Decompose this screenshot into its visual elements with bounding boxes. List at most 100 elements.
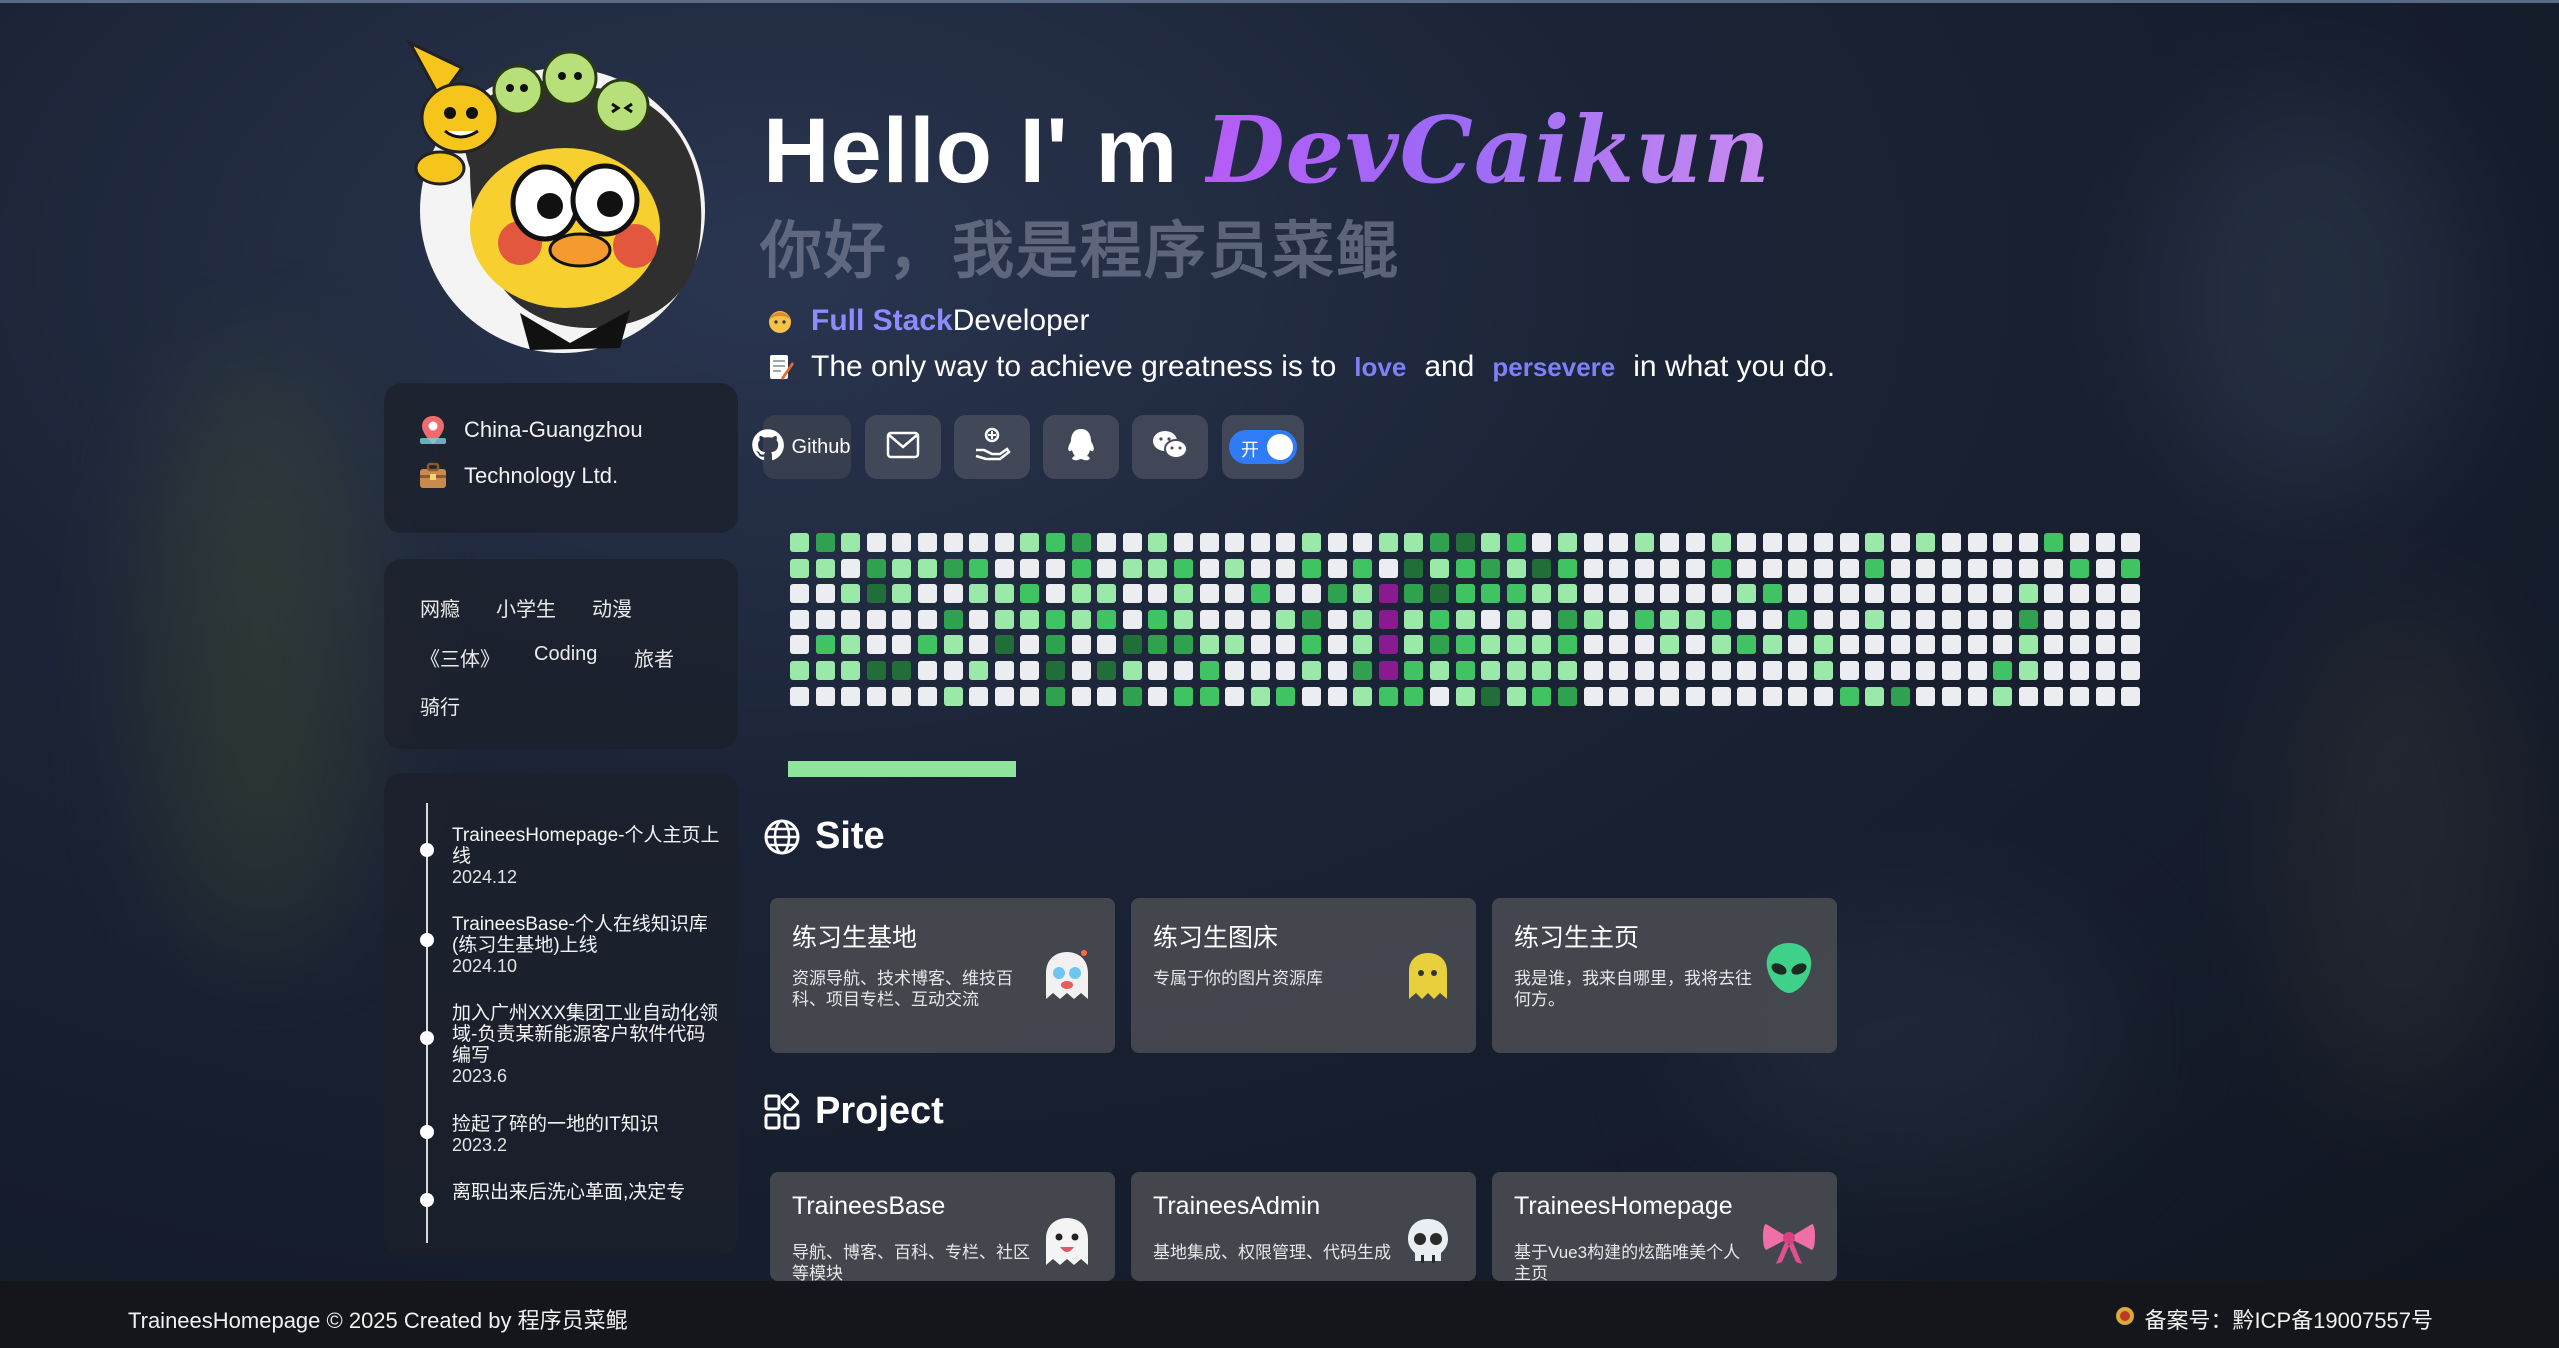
contribution-cell — [1020, 635, 1040, 655]
donate-icon — [973, 426, 1011, 469]
mail-button[interactable] — [865, 415, 941, 479]
project-card[interactable]: TraineesHomepage 基于Vue3构建的炫酷唯美个人主页 — [1492, 1172, 1837, 1281]
contribution-cell — [2095, 686, 2115, 706]
contribution-cell — [1506, 533, 1526, 552]
contribution-cell — [969, 584, 989, 604]
contribution-cell — [841, 609, 861, 629]
contribution-cell — [1583, 661, 1603, 680]
contribution-cell — [1302, 686, 1321, 706]
contribution-cell — [1199, 609, 1219, 629]
contribution-cell — [1737, 661, 1757, 680]
timeline-date: 2024.12 — [452, 867, 518, 887]
contribution-cell — [1199, 686, 1219, 706]
contribution-cell — [1071, 558, 1091, 578]
contribution-cell — [1686, 609, 1705, 629]
contribution-cell — [969, 558, 989, 578]
qq-button[interactable] — [1043, 415, 1119, 479]
contribution-cell — [1660, 661, 1680, 680]
contribution-cell — [1865, 635, 1885, 655]
contribution-cell — [1353, 661, 1373, 680]
tag[interactable]: 网瘾 — [412, 587, 468, 628]
contribution-cell — [1046, 558, 1065, 578]
contribution-cell — [815, 661, 835, 680]
contribution-cell — [918, 558, 937, 578]
contribution-cell — [994, 558, 1014, 578]
timeline-text: TraineesHomepage-个人主页上线 — [452, 825, 720, 867]
contribution-cell — [1148, 661, 1168, 680]
contribution-cell — [1711, 686, 1731, 706]
contribution-cell — [1558, 661, 1577, 680]
card-title: TraineesAdmin — [1153, 1192, 1321, 1220]
contribution-cell — [1532, 533, 1552, 552]
contribution-cell — [1506, 609, 1526, 629]
contribution-cell — [1020, 558, 1040, 578]
contribution-cell — [1225, 661, 1245, 680]
contribution-cell — [2121, 661, 2141, 680]
contribution-cell — [1967, 584, 1987, 604]
contribution-cell — [969, 661, 989, 680]
contribution-cell — [1942, 533, 1961, 552]
contribution-cell — [1174, 686, 1193, 706]
contribution-cell — [969, 635, 989, 655]
contribution-cell — [1634, 584, 1654, 604]
contribution-cell — [1814, 686, 1833, 706]
qq-icon — [1065, 427, 1097, 468]
theme-toggle-button[interactable]: 开 — [1222, 415, 1304, 479]
contribution-cell — [2095, 558, 2115, 578]
project-card[interactable]: TraineesBase 导航、博客、百科、专栏、社区等模块 — [770, 1172, 1115, 1281]
timeline-line — [426, 803, 428, 1243]
contribution-cell — [1609, 661, 1629, 680]
contribution-cell — [1711, 609, 1731, 629]
project-card[interactable]: TraineesAdmin 基地集成、权限管理、代码生成 — [1131, 1172, 1476, 1281]
contribution-cell — [1532, 635, 1552, 655]
contribution-cell — [1506, 661, 1526, 680]
tag[interactable]: 动漫 — [584, 587, 640, 628]
tags-card: 网瘾 小学生 动漫 《三体》 Coding 旅者 骑行 — [384, 559, 738, 749]
contribution-cell — [1634, 533, 1654, 552]
contribution-cell — [892, 609, 912, 629]
contribution-cell — [1890, 584, 1910, 604]
contribution-cell — [1430, 533, 1449, 552]
contribution-cell — [1097, 661, 1117, 680]
site-card[interactable]: 练习生基地 资源导航、技术博客、维技百科、项目专栏、互动交流 — [770, 898, 1115, 1053]
contribution-cell — [1250, 635, 1270, 655]
tag[interactable]: 《三体》 — [412, 637, 508, 678]
contribution-cell — [1430, 558, 1449, 578]
tag[interactable]: Coding — [526, 637, 605, 672]
contribution-cell — [1378, 533, 1398, 552]
contribution-cell — [2095, 661, 2115, 680]
contribution-cell — [1481, 686, 1501, 706]
tag[interactable]: 骑行 — [412, 685, 468, 726]
contribution-cell — [969, 686, 989, 706]
site-card[interactable]: 练习生图床 专属于你的图片资源库 — [1131, 898, 1476, 1053]
contribution-cell — [1942, 686, 1961, 706]
contribution-cell — [841, 661, 861, 680]
background-blur — [2150, 90, 2470, 510]
site-card[interactable]: 练习生主页 我是谁，我来自哪里，我将去往何方。 — [1492, 898, 1837, 1053]
contribution-cell — [1967, 533, 1987, 552]
github-button[interactable]: Github — [751, 415, 851, 479]
contribution-cell — [866, 609, 886, 629]
contribution-cell — [1276, 686, 1296, 706]
contribution-cell — [1532, 609, 1552, 629]
contribution-cell — [994, 533, 1014, 552]
contribution-cell — [1660, 609, 1680, 629]
contribution-cell — [918, 661, 937, 680]
wechat-button[interactable] — [1132, 415, 1208, 479]
donate-button[interactable] — [954, 415, 1030, 479]
contribution-cell — [1942, 558, 1961, 578]
contribution-cell — [1071, 686, 1091, 706]
tag[interactable]: 旅者 — [626, 637, 682, 678]
footer: TraineesHomepage © 2025 Created by 程序员菜鲲… — [0, 1281, 2559, 1348]
contribution-cell — [1814, 558, 1833, 578]
footer-icp[interactable]: 备案号：黔ICP备19007557号 — [2114, 1303, 2433, 1335]
contribution-cell — [1916, 609, 1936, 629]
contribution-cell — [2095, 584, 2115, 604]
contribution-cell — [1967, 558, 1987, 578]
contribution-cell — [1839, 661, 1859, 680]
contribution-cell — [1097, 686, 1117, 706]
theme-toggle[interactable]: 开 — [1229, 430, 1297, 464]
tag[interactable]: 小学生 — [488, 587, 564, 628]
contribution-cell — [1430, 635, 1449, 655]
contribution-cell — [1276, 558, 1296, 578]
